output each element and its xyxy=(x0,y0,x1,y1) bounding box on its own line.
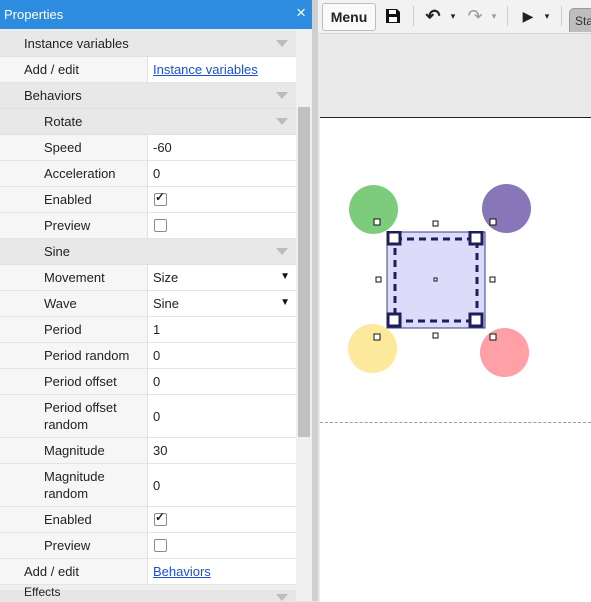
property-row-rotate-enabled: Enabled xyxy=(0,187,296,213)
property-name: Add / edit xyxy=(24,62,79,77)
collapse-triangle-icon[interactable] xyxy=(276,92,288,99)
subsection-sine[interactable]: Sine xyxy=(0,239,296,265)
rotate-preview-checkbox[interactable] xyxy=(154,219,167,232)
close-icon[interactable]: × xyxy=(296,3,306,23)
property-row-behaviors-add: Add / edit Behaviors xyxy=(0,559,296,585)
property-row-sine-enabled: Enabled xyxy=(0,507,296,533)
sine-movement-select[interactable]: Size ▼ xyxy=(149,265,296,290)
redo-dropdown-icon[interactable]: ▾ xyxy=(489,3,499,29)
scrollbar-thumb[interactable] xyxy=(298,107,310,437)
properties-panel: Properties × Instance variables Add / ed… xyxy=(0,0,312,601)
subsection-label: Rotate xyxy=(44,114,83,129)
menu-button[interactable]: Menu xyxy=(322,3,376,31)
property-row-sine-preview: Preview xyxy=(0,533,296,559)
property-name: Preview xyxy=(44,218,91,233)
property-name: Add / edit xyxy=(24,564,79,579)
toolbar-separator xyxy=(413,6,414,26)
panel-title: Properties xyxy=(4,7,64,22)
property-name: Magnitude xyxy=(44,443,105,458)
sine-period-offset-input[interactable]: 0 xyxy=(149,369,296,394)
property-name: Period offset xyxy=(44,374,117,389)
property-row-sine-magnitude: Magnitude 30 xyxy=(0,438,296,464)
panel-scrollbar[interactable] xyxy=(296,29,312,601)
properties-panel-header: Properties × xyxy=(0,0,312,29)
property-name: Period xyxy=(44,322,82,337)
property-name: Enabled xyxy=(44,512,92,527)
property-row-sine-period-offset: Period offset 0 xyxy=(0,369,296,395)
property-name: Acceleration xyxy=(44,166,116,181)
section-instance-variables[interactable]: Instance variables xyxy=(0,31,296,57)
collapse-triangle-icon[interactable] xyxy=(276,594,288,601)
subsection-label: Sine xyxy=(44,244,71,259)
section-effects[interactable]: Effects xyxy=(0,585,296,601)
sine-period-offset-random-input[interactable]: 0 xyxy=(149,395,296,437)
sine-preview-checkbox[interactable] xyxy=(154,539,167,552)
undo-dropdown-icon[interactable]: ▾ xyxy=(448,3,458,29)
dropdown-arrow-icon: ▼ xyxy=(280,297,290,308)
rotate-enabled-checkbox[interactable] xyxy=(154,190,167,206)
property-name: Enabled xyxy=(44,192,92,207)
property-row-instance-variables-add: Add / edit Instance variables xyxy=(0,57,296,83)
property-row-sine-wave: Wave Sine ▼ xyxy=(0,291,296,317)
resize-handle-left[interactable] xyxy=(375,276,382,283)
property-name: Movement xyxy=(44,270,105,285)
section-label: Instance variables xyxy=(24,36,129,51)
sine-period-input[interactable]: 1 xyxy=(149,317,296,342)
property-name: Preview xyxy=(44,538,91,553)
rotate-acceleration-input[interactable]: 0 xyxy=(149,161,296,186)
section-behaviors[interactable]: Behaviors xyxy=(0,83,296,109)
property-name: Magnitude random xyxy=(44,469,105,501)
property-row-sine-movement: Movement Size ▼ xyxy=(0,265,296,291)
toolbar-separator xyxy=(507,6,508,26)
property-row-rotate-preview: Preview xyxy=(0,213,296,239)
property-row-sine-magnitude-random: Magnitude random 0 xyxy=(0,464,296,507)
property-grid: Instance variables Add / edit Instance v… xyxy=(0,31,296,585)
collapse-triangle-icon[interactable] xyxy=(276,118,288,125)
sine-enabled-checkbox[interactable] xyxy=(154,510,167,526)
property-name: Period offset random xyxy=(44,400,117,432)
sine-magnitude-random-input[interactable]: 0 xyxy=(149,464,296,506)
undo-icon[interactable]: ↶ xyxy=(421,3,445,29)
sine-magnitude-input[interactable]: 30 xyxy=(149,438,296,463)
property-name: Speed xyxy=(44,140,82,155)
subsection-rotate[interactable]: Rotate xyxy=(0,109,296,135)
dropdown-arrow-icon: ▼ xyxy=(280,271,290,282)
tab-start-page[interactable]: Sta xyxy=(569,8,591,32)
section-label: Effects xyxy=(24,585,61,599)
sine-wave-select[interactable]: Sine ▼ xyxy=(149,291,296,316)
play-dropdown-icon[interactable]: ▾ xyxy=(542,3,552,29)
sine-period-random-input[interactable]: 0 xyxy=(149,343,296,368)
rotate-speed-input[interactable]: -60 xyxy=(149,135,296,160)
resize-handle-top-left[interactable] xyxy=(373,218,381,226)
save-icon[interactable] xyxy=(381,3,405,29)
property-name: Wave xyxy=(44,296,77,311)
collapse-triangle-icon[interactable] xyxy=(276,248,288,255)
property-row-sine-period: Period 1 xyxy=(0,317,296,343)
section-label: Behaviors xyxy=(24,88,82,103)
property-row-sine-period-offset-random: Period offset random 0 xyxy=(0,395,296,438)
main-toolbar: Menu ↶ ▾ ↷ ▾ ▶ ▾ Sta xyxy=(318,0,591,34)
behaviors-link[interactable]: Behaviors xyxy=(153,559,211,584)
origin-handle[interactable] xyxy=(433,277,438,282)
instance-variables-link[interactable]: Instance variables xyxy=(153,57,258,82)
resize-handle-bottom[interactable] xyxy=(432,332,439,339)
play-icon[interactable]: ▶ xyxy=(518,3,538,29)
redo-icon[interactable]: ↷ xyxy=(463,3,487,29)
resize-handle-bottom-left[interactable] xyxy=(373,333,381,341)
resize-handle-top[interactable] xyxy=(432,220,439,227)
property-row-sine-period-random: Period random 0 xyxy=(0,343,296,369)
selection-handles[interactable] xyxy=(370,215,502,345)
toolbar-separator xyxy=(561,6,562,26)
property-row-rotate-acceleration: Acceleration 0 xyxy=(0,161,296,187)
resize-handle-bottom-right[interactable] xyxy=(489,333,497,341)
property-name: Period random xyxy=(44,348,130,363)
viewport-boundary-line xyxy=(320,422,591,423)
resize-handle-right[interactable] xyxy=(489,276,496,283)
resize-handle-top-right[interactable] xyxy=(489,218,497,226)
collapse-triangle-icon[interactable] xyxy=(276,40,288,47)
property-row-rotate-speed: Speed -60 xyxy=(0,135,296,161)
